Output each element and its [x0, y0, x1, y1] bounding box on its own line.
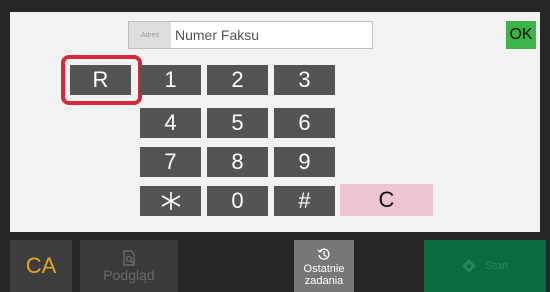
diamond-start-icon	[462, 259, 477, 273]
asterisk-icon	[161, 192, 180, 210]
address-button[interactable]: Adres	[129, 22, 171, 48]
clear-button[interactable]: C	[340, 184, 433, 216]
key-1[interactable]: 1	[140, 65, 201, 95]
key-3[interactable]: 3	[274, 65, 335, 95]
fax-number-field: Adres	[128, 21, 373, 49]
start-button[interactable]: Start	[424, 240, 546, 292]
key-2[interactable]: 2	[207, 65, 268, 95]
recent-jobs-label-line2: zadania	[304, 275, 344, 287]
recent-jobs-button[interactable]: Ostatnie zadania	[294, 240, 354, 292]
key-7[interactable]: 7	[140, 147, 201, 177]
r-key[interactable]: R	[70, 65, 131, 95]
preview-button[interactable]: Podgląd	[80, 240, 178, 292]
key-5[interactable]: 5	[207, 108, 268, 138]
key-9[interactable]: 9	[274, 147, 335, 177]
preview-label: Podgląd	[103, 267, 155, 283]
key-hash[interactable]: #	[274, 186, 335, 216]
clock-history-icon	[317, 248, 330, 260]
key-asterisk[interactable]	[140, 186, 201, 216]
start-label: Start	[485, 260, 509, 272]
ca-label: CA	[25, 253, 57, 278]
fax-entry-screen: Adres OK R 1 2 3 4 5 6 7 8 9 0 # C	[10, 12, 540, 232]
ca-button[interactable]: CA	[10, 240, 72, 292]
key-8[interactable]: 8	[207, 147, 268, 177]
ok-button[interactable]: OK	[506, 21, 536, 49]
key-4[interactable]: 4	[140, 108, 201, 138]
recent-jobs-label-line1: Ostatnie	[303, 263, 345, 275]
key-6[interactable]: 6	[274, 108, 335, 138]
fax-number-input[interactable]	[175, 22, 365, 48]
document-magnifier-icon	[123, 250, 135, 266]
key-0[interactable]: 0	[207, 186, 268, 216]
